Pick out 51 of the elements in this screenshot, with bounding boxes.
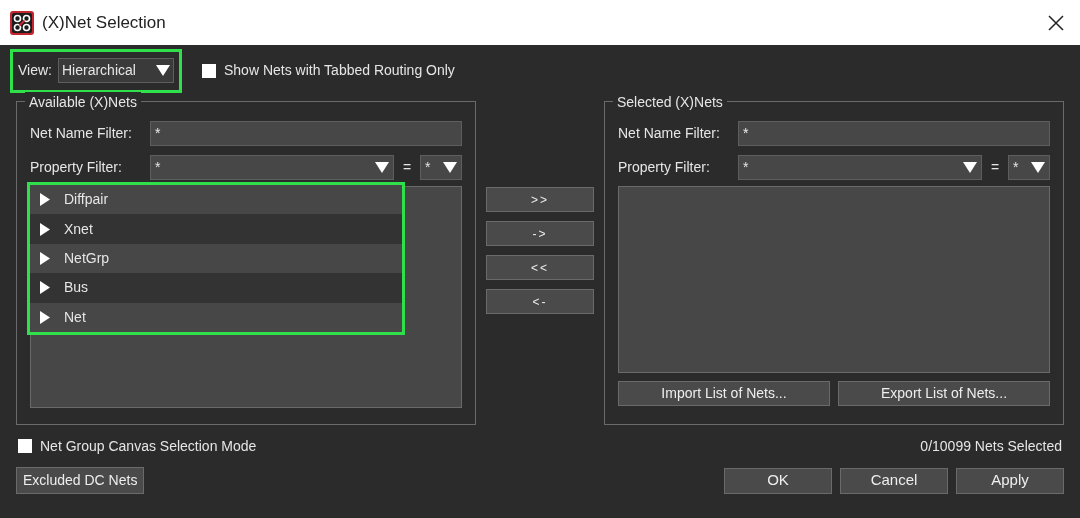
property-filter-dropdown[interactable]: * [738,154,982,180]
dialog-button[interactable]: Export List of Nets... [838,381,1050,406]
group-title: Available (X)Nets [25,92,141,113]
collapsed-arrow-icon[interactable] [40,222,50,236]
selection-count: 0/10099 Nets Selected [920,436,1062,456]
tree-item[interactable]: Bus [30,273,402,303]
tree-item[interactable]: Diffpair [30,185,402,215]
property-value-dropdown[interactable]: * [1008,154,1050,180]
collapsed-arrow-icon[interactable] [40,193,50,207]
view-dropdown[interactable]: Hierarchical [58,58,174,83]
dialog-button[interactable]: Import List of Nets... [618,381,830,406]
dropdown-arrow-icon [963,161,977,173]
tree-item-label: Diffpair [64,190,109,210]
dropdown-arrow-icon [156,65,170,76]
view-label: View: [18,61,52,80]
app-logo-icon [10,10,34,35]
tree-item-label: NetGrp [64,248,110,268]
collapsed-arrow-icon[interactable] [40,281,50,295]
dialog-button[interactable]: OK [724,467,832,494]
field-label: Net Name Filter: [30,123,133,143]
net-name-filter-field[interactable]: * [150,120,462,146]
transfer-button[interactable]: -> [486,221,594,246]
checkbox[interactable] [202,63,216,78]
transfer-button[interactable]: << [486,255,594,280]
field-label: Net Name Filter: [618,123,721,143]
equals-sign: = [989,157,1001,177]
dialog-button[interactable]: Excluded DC Nets [16,467,145,494]
checkbox-label: Net Group Canvas Selection Mode [40,436,257,456]
collapsed-arrow-icon[interactable] [40,310,50,324]
dialog-button[interactable]: Apply [956,467,1064,494]
transfer-button[interactable]: <- [486,289,594,314]
checkbox-label: Show Nets with Tabbed Routing Only [224,61,455,80]
field-label: Property Filter: [618,157,711,177]
net-name-filter-field[interactable]: * [738,120,1050,146]
property-filter-dropdown[interactable]: * [150,154,394,180]
dropdown-arrow-icon [443,161,457,173]
transfer-button[interactable]: >> [486,187,594,212]
tree-item-label: Net [64,307,86,327]
field-label: Property Filter: [30,157,123,177]
property-value-dropdown[interactable]: * [420,154,462,180]
tree-item[interactable]: Xnet [30,214,402,244]
window-title: (X)Net Selection [42,11,166,34]
checkbox[interactable] [18,439,32,453]
tree-item-label: Xnet [64,219,93,239]
dialog-button[interactable]: Cancel [840,467,948,494]
collapsed-arrow-icon[interactable] [40,251,50,265]
dropdown-arrow-icon [1031,161,1045,173]
tree-item-label: Bus [64,278,89,298]
dropdown-arrow-icon [375,161,389,173]
equals-sign: = [401,157,413,177]
close-icon[interactable] [1048,14,1064,31]
